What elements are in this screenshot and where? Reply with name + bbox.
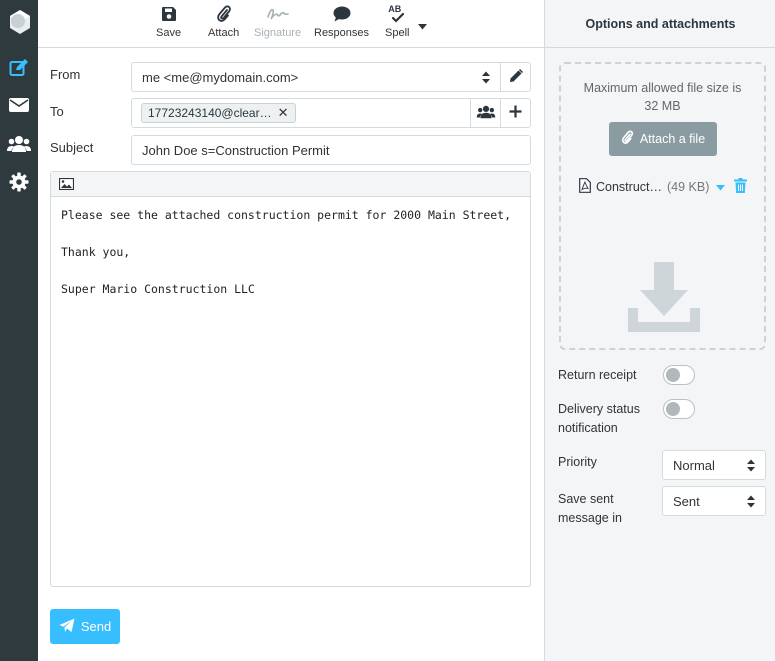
signature-button[interactable]: Signature: [254, 4, 301, 44]
delivery-status-label: Delivery status notification: [558, 402, 640, 435]
spell-button[interactable]: AB Spell: [385, 4, 409, 44]
compose-icon[interactable]: [0, 51, 38, 85]
responses-icon: [333, 4, 351, 24]
save-sent-updown-icon: [747, 495, 755, 508]
attachment-menu-caret-icon[interactable]: [716, 180, 726, 194]
attach-file-button[interactable]: Attach a file: [609, 122, 717, 156]
contacts-icon[interactable]: [0, 127, 38, 161]
return-receipt-label: Return receipt: [558, 368, 637, 382]
nav-rail: [0, 0, 38, 661]
editor-toolbar: [51, 172, 530, 197]
send-button[interactable]: Send: [50, 609, 120, 644]
max-file-size: Maximum allowed file size is 32 MB: [583, 81, 742, 113]
spellcheck-icon: AB: [386, 4, 408, 24]
attachment-name: Construct…: [596, 180, 662, 194]
spell-dropdown-caret-icon[interactable]: [418, 18, 427, 33]
attach-button[interactable]: Attach: [208, 4, 239, 44]
contacts-icon: [476, 105, 496, 122]
attachment-item[interactable]: Construct… (49 KB): [579, 177, 748, 197]
edit-identity-button[interactable]: [500, 63, 530, 91]
signature-icon: [266, 4, 289, 24]
image-icon[interactable]: [58, 177, 75, 193]
pencil-icon: [509, 68, 523, 86]
from-updown-icon: [482, 71, 490, 84]
recipient-chip[interactable]: 17723243140@clear… ✕: [141, 103, 296, 123]
options-title: Options and attachments: [545, 0, 775, 48]
save-button[interactable]: Save: [156, 4, 181, 44]
save-sent-label: Save sent message in: [558, 492, 622, 525]
settings-icon[interactable]: [0, 165, 38, 199]
remove-recipient-icon[interactable]: ✕: [278, 104, 289, 122]
logo-icon[interactable]: [7, 8, 33, 36]
add-header-button[interactable]: [500, 99, 530, 127]
from-label: From: [50, 67, 81, 82]
compose-pane: Save Attach Signature Responses AB Spell…: [38, 0, 544, 661]
subject-label: Subject: [50, 140, 94, 155]
delete-attachment-icon[interactable]: [734, 178, 748, 196]
to-label: To: [50, 104, 64, 119]
save-sent-select[interactable]: Sent: [662, 486, 766, 516]
message-body[interactable]: Please see the attached construction per…: [51, 197, 530, 308]
mail-icon[interactable]: [0, 88, 38, 122]
attachment-dropzone[interactable]: Maximum allowed file size is 32 MB Attac…: [559, 62, 766, 350]
priority-updown-icon: [747, 459, 755, 472]
plus-icon: [509, 105, 522, 121]
responses-button[interactable]: Responses: [314, 4, 369, 44]
paperclip-icon: [216, 4, 232, 24]
return-receipt-toggle[interactable]: [663, 365, 695, 385]
subject-input[interactable]: John Doe s=Construction Permit: [131, 135, 531, 165]
priority-select[interactable]: Normal: [662, 450, 766, 480]
options-panel: Options and attachments Maximum allowed …: [544, 0, 775, 661]
attachment-size: (49 KB): [667, 180, 710, 194]
compose-toolbar: Save Attach Signature Responses AB Spell: [38, 0, 544, 48]
delivery-status-toggle[interactable]: [663, 399, 695, 419]
upload-drop-icon: [626, 260, 702, 339]
paper-plane-icon: [59, 618, 75, 636]
priority-label: Priority: [558, 455, 597, 469]
paperclip-icon: [621, 130, 634, 148]
save-icon: [161, 4, 177, 24]
add-contact-button[interactable]: [470, 99, 500, 127]
from-select[interactable]: me <me@mydomain.com>: [131, 62, 531, 92]
message-editor[interactable]: Please see the attached construction per…: [50, 171, 531, 587]
to-field[interactable]: 17723243140@clear… ✕: [131, 98, 531, 128]
pdf-file-icon: [579, 178, 591, 196]
